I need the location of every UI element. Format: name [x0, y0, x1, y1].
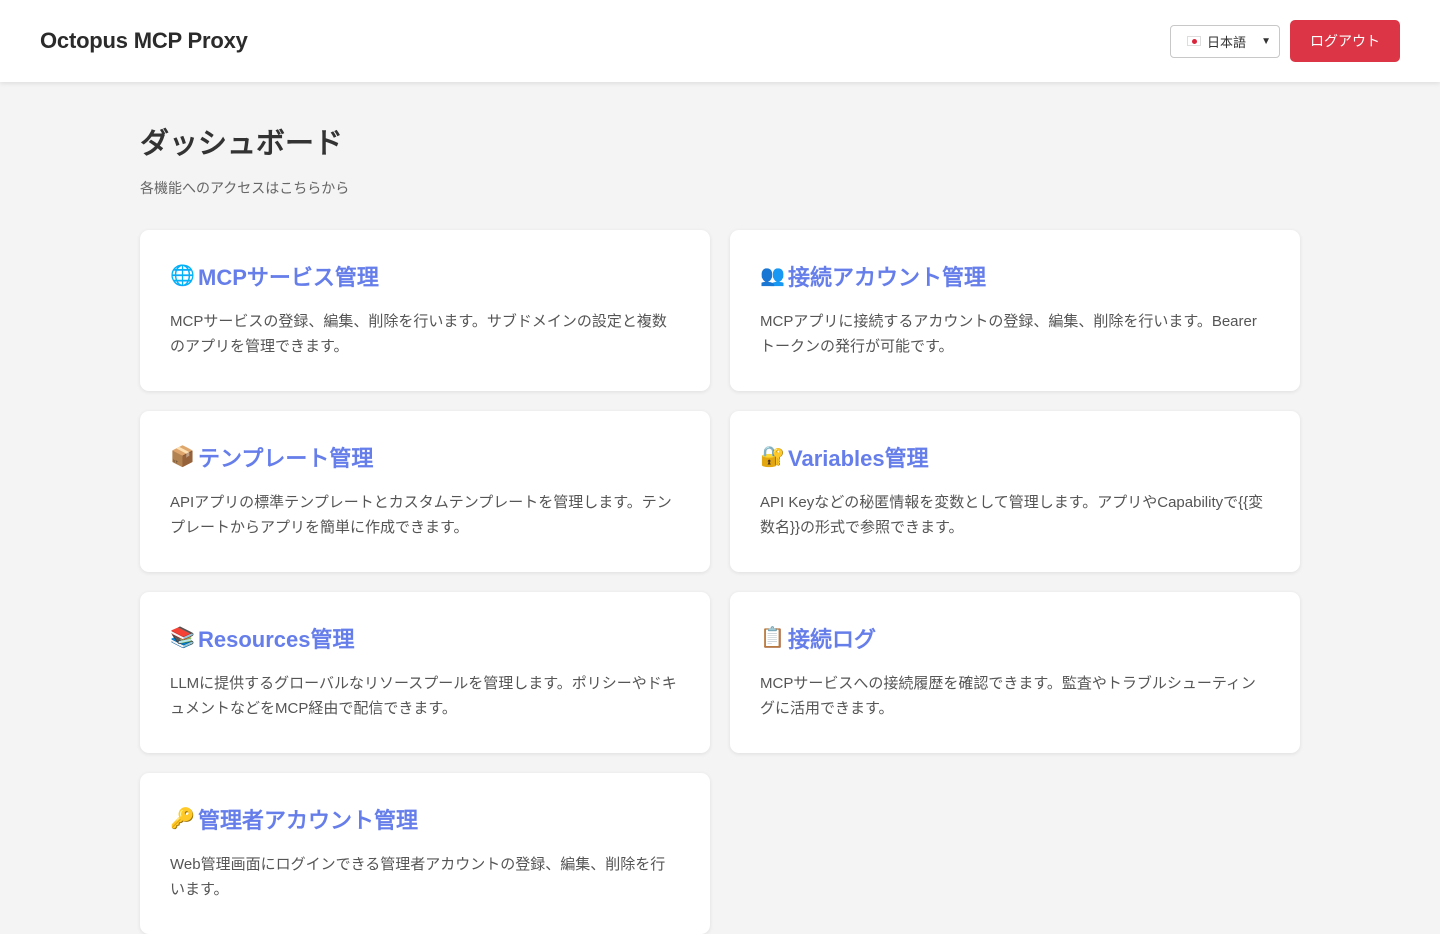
globe-icon: 🌐 — [170, 265, 195, 287]
books-icon: 📚 — [170, 627, 195, 649]
card-title[interactable]: 📋 接続ログ — [760, 622, 1270, 654]
card-description: MCPサービスへの接続履歴を確認できます。監査やトラブルシューティングに活用でき… — [760, 675, 1256, 717]
card-description: API Keyなどの秘匿情報を変数として管理します。アプリやCapability… — [760, 494, 1264, 536]
card-connection-logs[interactable]: 📋 接続ログ MCPサービスへの接続履歴を確認できます。監査やトラブルシューティ… — [730, 592, 1300, 753]
top-header: Octopus MCP Proxy 日本語 ▼ ログアウト — [0, 0, 1440, 82]
card-mcp-services[interactable]: 🌐 MCPサービス管理 MCPサービスの登録、編集、削除を行います。サブドメイン… — [140, 230, 710, 391]
header-actions: 日本語 ▼ ログアウト — [1170, 20, 1400, 62]
card-title[interactable]: 🔐 Variables管理 — [760, 441, 1270, 473]
card-variables[interactable]: 🔐 Variables管理 API Keyなどの秘匿情報を変数として管理します。… — [730, 411, 1300, 572]
app-title: Octopus MCP Proxy — [40, 28, 248, 53]
main-content: ダッシュボード 各機能へのアクセスはこちらから 🌐 MCPサービス管理 MCPサ… — [140, 124, 1300, 934]
card-connection-accounts[interactable]: 👥 接続アカウント管理 MCPアプリに接続するアカウントの登録、編集、削除を行い… — [730, 230, 1300, 391]
card-resources[interactable]: 📚 Resources管理 LLMに提供するグローバルなリソースプールを管理しま… — [140, 592, 710, 753]
page-title: ダッシュボード — [140, 128, 344, 160]
language-select[interactable]: 日本語 ▼ — [1170, 24, 1280, 58]
card-title-text[interactable]: Variables管理 — [788, 441, 929, 473]
feature-grid: 🌐 MCPサービス管理 MCPサービスの登録、編集、削除を行います。サブドメイン… — [140, 230, 1300, 934]
lock-key-icon: 🔐 — [760, 446, 785, 468]
card-title-text[interactable]: テンプレート管理 — [198, 441, 373, 473]
card-description: Web管理画面にログインできる管理者アカウントの登録、編集、削除を行います。 — [170, 856, 666, 898]
page-subtitle: 各機能へのアクセスはこちらから — [140, 180, 350, 196]
card-description: APIアプリの標準テンプレートとカスタムテンプレートを管理します。テンプレートか… — [170, 494, 672, 536]
users-icon: 👥 — [760, 265, 785, 287]
card-title[interactable]: 🌐 MCPサービス管理 — [170, 260, 680, 292]
card-title[interactable]: 📦 テンプレート管理 — [170, 441, 680, 473]
clipboard-icon: 📋 — [760, 627, 785, 649]
language-select-value: 日本語 — [1207, 34, 1247, 50]
card-title-text[interactable]: 管理者アカウント管理 — [198, 803, 418, 835]
package-icon: 📦 — [170, 446, 195, 468]
logout-button[interactable]: ログアウト — [1290, 20, 1400, 62]
card-admin-accounts[interactable]: 🔑 管理者アカウント管理 Web管理画面にログインできる管理者アカウントの登録、… — [140, 773, 710, 934]
card-description: MCPサービスの登録、編集、削除を行います。サブドメインの設定と複数のアプリを管… — [170, 313, 667, 355]
card-title[interactable]: 🔑 管理者アカウント管理 — [170, 803, 680, 835]
card-description: LLMに提供するグローバルなリソースプールを管理します。ポリシーやドキュメントな… — [170, 675, 677, 717]
card-title-text[interactable]: Resources管理 — [198, 622, 355, 654]
card-title[interactable]: 👥 接続アカウント管理 — [760, 260, 1270, 292]
card-title-text[interactable]: 接続ログ — [788, 622, 876, 654]
chevron-down-icon: ▼ — [1261, 35, 1271, 47]
japan-flag-icon — [1187, 36, 1201, 46]
card-title[interactable]: 📚 Resources管理 — [170, 622, 680, 654]
card-title-text[interactable]: 接続アカウント管理 — [788, 260, 986, 292]
card-templates[interactable]: 📦 テンプレート管理 APIアプリの標準テンプレートとカスタムテンプレートを管理… — [140, 411, 710, 572]
card-title-text[interactable]: MCPサービス管理 — [198, 260, 379, 292]
key-icon: 🔑 — [170, 808, 195, 830]
card-description: MCPアプリに接続するアカウントの登録、編集、削除を行います。Bearerトーク… — [760, 313, 1257, 355]
